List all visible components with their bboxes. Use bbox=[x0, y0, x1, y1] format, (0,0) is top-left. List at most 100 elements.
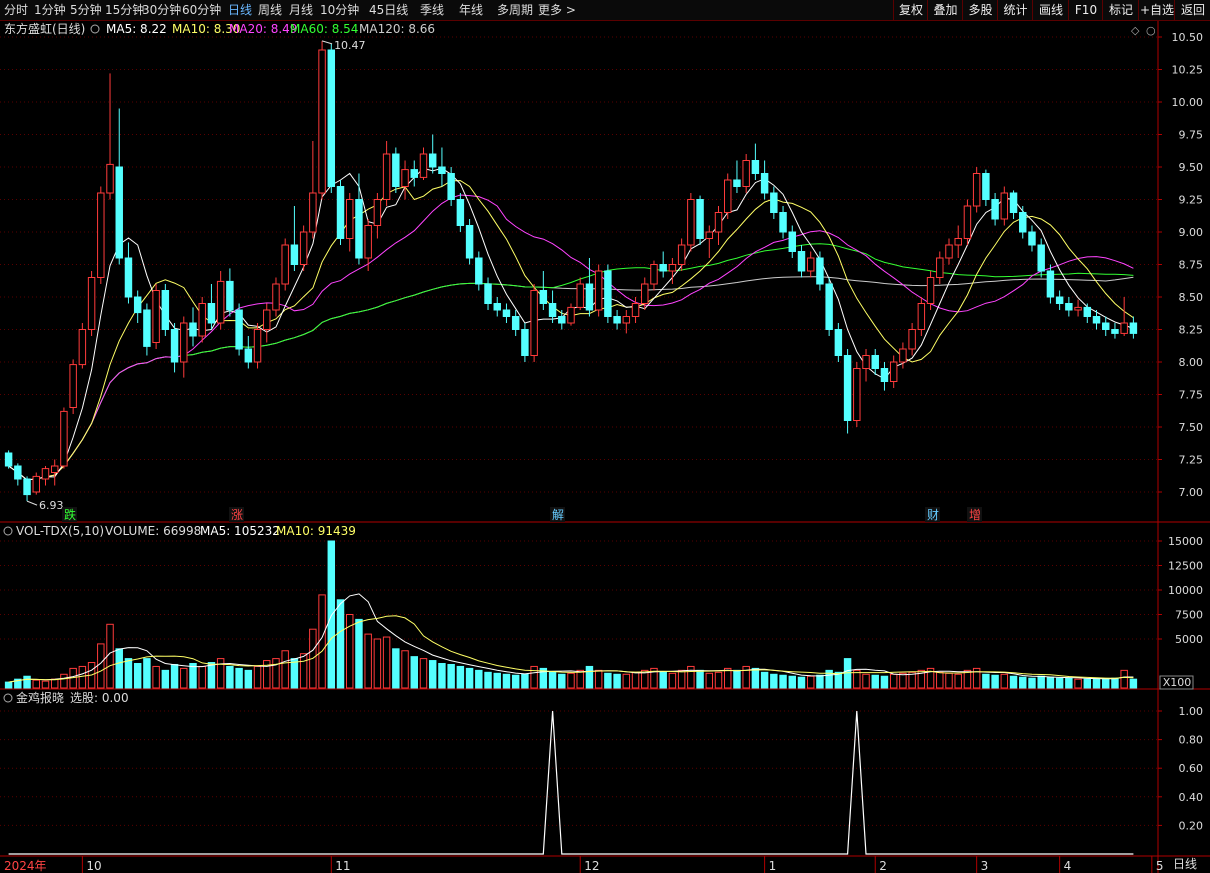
candle-body[interactable] bbox=[567, 306, 575, 324]
volume-bar[interactable] bbox=[133, 663, 142, 689]
volume-bar[interactable] bbox=[253, 665, 262, 689]
candle-body[interactable] bbox=[548, 303, 557, 317]
volume-bar[interactable] bbox=[889, 673, 898, 689]
candle-body[interactable] bbox=[889, 361, 898, 382]
candle-body[interactable] bbox=[1092, 316, 1101, 324]
volume-bar[interactable] bbox=[530, 665, 538, 689]
volume-bar[interactable] bbox=[936, 671, 944, 689]
candle-body[interactable] bbox=[382, 153, 391, 200]
volume-bar[interactable] bbox=[1055, 677, 1064, 689]
candle-body[interactable] bbox=[327, 49, 336, 187]
candle-body[interactable] bbox=[1102, 322, 1110, 330]
candle-body[interactable] bbox=[770, 192, 778, 213]
volume-bar[interactable] bbox=[382, 636, 391, 689]
candle-body[interactable] bbox=[539, 290, 548, 304]
candle-body[interactable] bbox=[502, 309, 511, 317]
candle-body[interactable] bbox=[226, 280, 234, 311]
candle-body[interactable] bbox=[954, 238, 962, 246]
volume-bar[interactable] bbox=[511, 674, 520, 689]
toolbar-button-8[interactable]: 返回 bbox=[1174, 0, 1210, 20]
toolbar-button-7[interactable]: +自选 bbox=[1138, 0, 1175, 20]
volume-bar[interactable] bbox=[797, 676, 806, 689]
volume-bar[interactable] bbox=[677, 669, 686, 689]
volume-bar[interactable] bbox=[299, 653, 308, 689]
toolbar-button-3[interactable]: 统计 bbox=[997, 0, 1033, 20]
volume-bar[interactable] bbox=[1065, 677, 1073, 689]
candle-body[interactable] bbox=[511, 316, 520, 330]
candle-body[interactable] bbox=[1120, 322, 1128, 334]
volume-bar[interactable] bbox=[364, 633, 372, 689]
volume-bar[interactable] bbox=[60, 673, 68, 689]
volume-bar[interactable] bbox=[456, 665, 465, 689]
period-tab-4[interactable]: 30分钟 bbox=[142, 0, 181, 20]
volume-bar[interactable] bbox=[475, 669, 483, 689]
volume-bar[interactable] bbox=[281, 650, 289, 689]
candle-body[interactable] bbox=[558, 316, 566, 324]
candle-body[interactable] bbox=[696, 199, 704, 239]
candle-body[interactable] bbox=[853, 368, 861, 421]
volume-bar[interactable] bbox=[899, 672, 907, 689]
volume-bar[interactable] bbox=[668, 672, 677, 689]
candle-body[interactable] bbox=[23, 478, 31, 496]
volume-bar[interactable] bbox=[1000, 673, 1009, 689]
candle-body[interactable] bbox=[69, 364, 77, 409]
candle-body[interactable] bbox=[917, 303, 926, 330]
candle-body[interactable] bbox=[1046, 270, 1055, 298]
candle-body[interactable] bbox=[447, 173, 455, 200]
volume-bar[interactable] bbox=[401, 650, 409, 689]
candle-body[interactable] bbox=[143, 309, 151, 347]
volume-bar[interactable] bbox=[438, 663, 446, 689]
candle-body[interactable] bbox=[594, 270, 603, 311]
candle-body[interactable] bbox=[253, 329, 262, 363]
candle-body[interactable] bbox=[428, 153, 437, 168]
candle-body[interactable] bbox=[1074, 306, 1082, 311]
candle-body[interactable] bbox=[410, 169, 418, 178]
candle-body[interactable] bbox=[843, 355, 852, 421]
period-tab-5[interactable]: 60分钟 bbox=[182, 0, 221, 20]
volume-bar[interactable] bbox=[521, 673, 529, 689]
candle-body[interactable] bbox=[41, 468, 50, 480]
volume-bar[interactable] bbox=[760, 671, 769, 689]
volume-bar[interactable] bbox=[567, 672, 575, 689]
candle-body[interactable] bbox=[576, 283, 584, 308]
volume-bar[interactable] bbox=[327, 540, 336, 689]
toolbar-button-2[interactable]: 多股 bbox=[962, 0, 998, 20]
volume-bar[interactable] bbox=[189, 663, 197, 689]
candle-body[interactable] bbox=[705, 231, 714, 239]
volume-bar[interactable] bbox=[880, 675, 889, 689]
settings-icon[interactable] bbox=[90, 24, 100, 34]
candle-body[interactable] bbox=[880, 368, 889, 382]
candle-body[interactable] bbox=[797, 251, 806, 272]
candle-body[interactable] bbox=[622, 316, 631, 324]
candle-body[interactable] bbox=[281, 244, 289, 285]
candle-body[interactable] bbox=[60, 410, 68, 467]
volume-bar[interactable] bbox=[152, 665, 160, 689]
candle-body[interactable] bbox=[465, 225, 474, 259]
candle-body[interactable] bbox=[198, 303, 206, 337]
volume-bar[interactable] bbox=[272, 658, 280, 689]
volume-bar[interactable] bbox=[696, 669, 704, 689]
candle-body[interactable] bbox=[1129, 322, 1138, 334]
volume-bar[interactable] bbox=[1092, 677, 1101, 689]
volume-bar[interactable] bbox=[724, 667, 732, 689]
volume-bar[interactable] bbox=[705, 672, 714, 689]
candle-body[interactable] bbox=[963, 205, 972, 239]
candle-body[interactable] bbox=[788, 231, 796, 252]
candle-body[interactable] bbox=[299, 231, 308, 265]
volume-bar[interactable] bbox=[714, 671, 723, 689]
volume-bar[interactable] bbox=[1028, 677, 1036, 689]
volume-bar[interactable] bbox=[871, 674, 879, 689]
candle-body[interactable] bbox=[32, 475, 40, 493]
period-tab-9[interactable]: 10分钟 bbox=[320, 0, 359, 20]
candle-body[interactable] bbox=[724, 179, 732, 213]
candle-body[interactable] bbox=[133, 296, 142, 314]
candle-body[interactable] bbox=[115, 166, 123, 259]
candle-body[interactable] bbox=[216, 280, 225, 324]
volume-bar[interactable] bbox=[502, 673, 511, 689]
candle-body[interactable] bbox=[871, 355, 879, 369]
volume-bar[interactable] bbox=[161, 669, 170, 689]
volume-bar[interactable] bbox=[1111, 677, 1119, 689]
candle-body[interactable] bbox=[1000, 192, 1009, 220]
volume-bar[interactable] bbox=[806, 675, 815, 689]
candle-body[interactable] bbox=[659, 264, 667, 272]
